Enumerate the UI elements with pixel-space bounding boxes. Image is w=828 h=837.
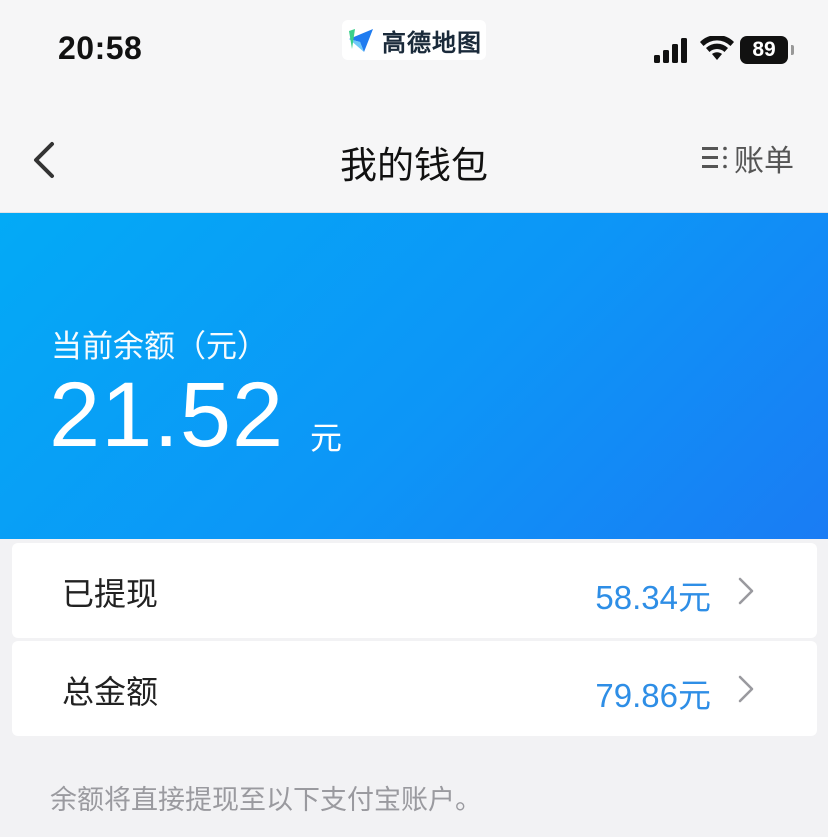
balance-card: 当前余额（元） 21.52 元 bbox=[0, 213, 828, 539]
bill-button[interactable]: 账单 bbox=[702, 136, 794, 180]
total-amount-row[interactable]: 总金额 79.86元 bbox=[12, 641, 817, 736]
balance-label: 当前余额（元） bbox=[51, 329, 268, 365]
status-bar: 20:58 高德地图 89 bbox=[0, 0, 828, 100]
withdraw-note: 余额将直接提现至以下支付宝账户。 bbox=[50, 785, 482, 816]
status-time: 20:58 bbox=[58, 30, 143, 66]
nav-bar: 我的钱包 账单 bbox=[0, 100, 828, 213]
chevron-right-icon bbox=[738, 675, 754, 703]
balance-amount: 21.52 bbox=[49, 364, 285, 466]
withdrawn-value: 58.34元 bbox=[595, 579, 711, 616]
withdrawn-row[interactable]: 已提现 58.34元 bbox=[12, 543, 817, 638]
amap-logo-icon bbox=[346, 25, 376, 55]
total-amount-label: 总金额 bbox=[62, 673, 159, 711]
battery-icon: 89 bbox=[740, 36, 794, 64]
signal-icon bbox=[654, 38, 687, 63]
chevron-right-icon bbox=[738, 577, 754, 605]
app-badge-name: 高德地图 bbox=[382, 29, 482, 57]
total-amount-value: 79.86元 bbox=[595, 677, 711, 714]
withdrawn-label: 已提现 bbox=[62, 575, 159, 613]
list-icon bbox=[702, 146, 727, 169]
app-badge[interactable]: 高德地图 bbox=[342, 20, 486, 60]
bill-label: 账单 bbox=[734, 144, 794, 179]
wifi-icon bbox=[700, 36, 734, 60]
balance-unit: 元 bbox=[310, 419, 343, 457]
